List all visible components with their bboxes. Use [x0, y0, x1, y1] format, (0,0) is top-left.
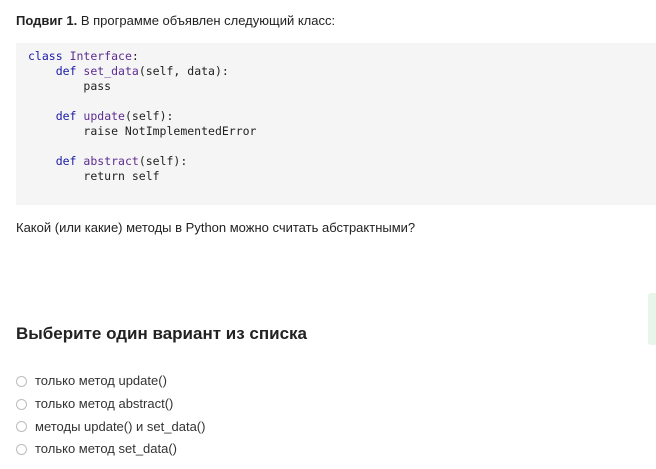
- code-function-name: abstract: [83, 154, 139, 168]
- question-text: Какой (или какие) методы в Python можно …: [16, 220, 416, 235]
- answer-option-label: методы update() и set_data(): [35, 418, 206, 434]
- code-line-2: def set_data(self, data):: [28, 64, 656, 79]
- answer-option-4[interactable]: только метод set_data(): [16, 438, 205, 461]
- code-line-9: return self: [28, 169, 656, 184]
- radio-button[interactable]: [16, 443, 27, 455]
- code-text: (self):: [138, 154, 188, 168]
- code-line-3: pass: [28, 79, 656, 94]
- answer-option-label: только метод set_data(): [35, 441, 178, 457]
- code-keyword: def: [55, 64, 77, 78]
- code-text: (self, data):: [138, 64, 229, 78]
- code-line-6: raise NotImplementedError: [28, 124, 656, 139]
- code-text: pass: [83, 79, 112, 93]
- code-line-5: def update(self):: [28, 109, 656, 124]
- code-text: :: [131, 49, 139, 63]
- radio-button[interactable]: [16, 398, 27, 410]
- answer-option-2[interactable]: только метод abstract(): [16, 393, 205, 416]
- code-class-name: Interface: [69, 49, 132, 63]
- radio-button[interactable]: [16, 421, 27, 433]
- code-line-1: class Interface:: [28, 49, 656, 64]
- task-intro: Подвиг 1. В программе объявлен следующий…: [16, 13, 335, 29]
- answer-option-label: только метод update(): [35, 373, 167, 389]
- code-keyword: class: [28, 49, 63, 63]
- task-label: Подвиг 1.: [16, 13, 78, 28]
- code-text: return self: [83, 169, 160, 183]
- code-line-8: def abstract(self):: [28, 154, 656, 169]
- code-function-name: update: [83, 109, 125, 123]
- code-text: (self):: [124, 109, 174, 123]
- answer-section-title: Выберите один вариант из списка: [16, 324, 307, 343]
- code-keyword: def: [55, 109, 77, 123]
- radio-button[interactable]: [16, 375, 27, 387]
- code-text: raise NotImplementedError: [83, 124, 257, 138]
- side-feedback-tab[interactable]: [648, 293, 656, 345]
- code-block: class Interface: def set_data(self, data…: [16, 43, 656, 205]
- code-function-name: set_data: [83, 64, 139, 78]
- answer-option-3[interactable]: методы update() и set_data(): [16, 415, 205, 438]
- code-keyword: def: [55, 154, 77, 168]
- answer-option-1[interactable]: только метод update(): [16, 370, 205, 393]
- answer-option-label: только метод abstract(): [35, 396, 174, 412]
- task-text: В программе объявлен следующий класс:: [77, 13, 336, 28]
- answer-options-list: только метод update() только метод abstr…: [16, 370, 205, 461]
